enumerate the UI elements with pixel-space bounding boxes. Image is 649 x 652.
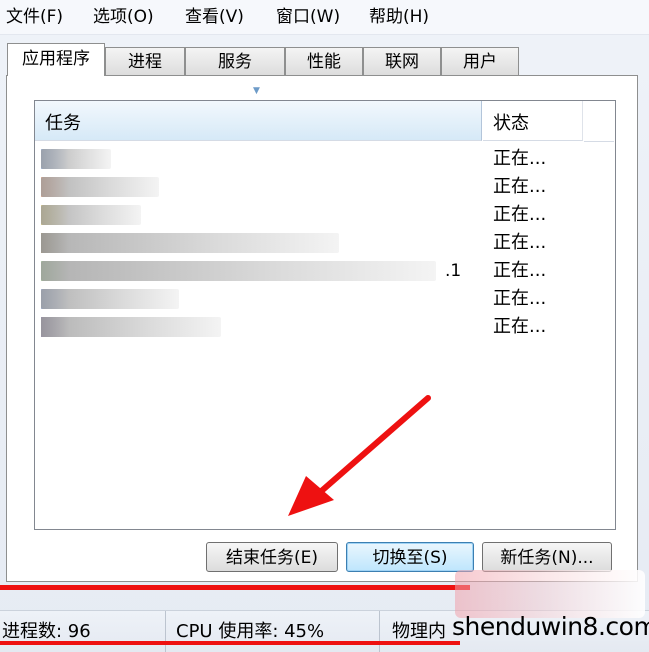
menu-help[interactable]: 帮助(H): [369, 6, 429, 28]
new-task-button[interactable]: 新任务(N)...: [482, 542, 612, 572]
tab-users[interactable]: 用户: [441, 47, 519, 76]
table-row[interactable]: 正在...: [35, 173, 613, 201]
status-cell: 正在...: [493, 232, 547, 253]
status-cpu-usage: CPU 使用率: 45%: [174, 611, 380, 652]
task-name-suffix: .1: [445, 261, 462, 281]
table-row[interactable]: 正在...: [35, 229, 613, 257]
sort-arrow-icon: ▼: [253, 86, 260, 96]
status-process-count: 进程数: 96: [0, 611, 166, 652]
status-memory: 物理内: [392, 621, 446, 642]
red-highlight-top: [0, 585, 470, 590]
menu-window[interactable]: 窗口(W): [276, 6, 340, 28]
status-cell: 正在...: [493, 176, 547, 197]
task-name-blurred: [41, 233, 339, 253]
task-list[interactable]: ▼ 任务 状态 正在... 正在... 正在... 正在... .1 正在...…: [34, 86, 616, 530]
task-name-blurred: [41, 177, 159, 197]
menu-file[interactable]: 文件(F): [6, 6, 63, 28]
task-name-blurred: [41, 261, 436, 281]
tab-services[interactable]: 服务: [185, 47, 285, 76]
table-row[interactable]: 正在...: [35, 285, 613, 313]
table-row[interactable]: .1 正在...: [35, 257, 613, 285]
tab-networking[interactable]: 联网: [363, 47, 441, 76]
menu-view[interactable]: 查看(V): [185, 6, 244, 28]
watermark-text: shenduwin8.com: [452, 612, 649, 641]
task-name-blurred: [41, 317, 221, 337]
menu-options[interactable]: 选项(O): [93, 6, 154, 28]
table-row[interactable]: 正在...: [35, 201, 613, 229]
table-row[interactable]: 正在...: [35, 145, 613, 173]
task-name-blurred: [41, 149, 111, 169]
column-header-status[interactable]: 状态: [483, 101, 583, 141]
table-row[interactable]: 正在...: [35, 313, 613, 341]
status-cell: 正在...: [493, 204, 547, 225]
status-cell: 正在...: [493, 288, 547, 309]
status-cell: 正在...: [493, 260, 547, 281]
status-cell: 正在...: [493, 148, 547, 169]
end-task-button[interactable]: 结束任务(E): [206, 542, 338, 572]
red-highlight-bottom: [0, 641, 460, 645]
tab-applications[interactable]: 应用程序: [7, 43, 105, 76]
task-name-blurred: [41, 205, 141, 225]
menu-bar: 文件(F) 选项(O) 查看(V) 窗口(W) 帮助(H): [0, 0, 649, 35]
column-header-spacer: [584, 101, 614, 142]
switch-to-button[interactable]: 切换至(S): [346, 542, 474, 572]
task-name-blurred: [41, 289, 179, 309]
column-header-status-label: 状态: [493, 113, 529, 134]
status-cell: 正在...: [493, 316, 547, 337]
column-header-task-label: 任务: [45, 113, 81, 134]
column-header-task[interactable]: ▼ 任务: [35, 86, 482, 141]
tab-processes[interactable]: 进程: [105, 47, 185, 76]
tab-performance[interactable]: 性能: [285, 47, 363, 76]
